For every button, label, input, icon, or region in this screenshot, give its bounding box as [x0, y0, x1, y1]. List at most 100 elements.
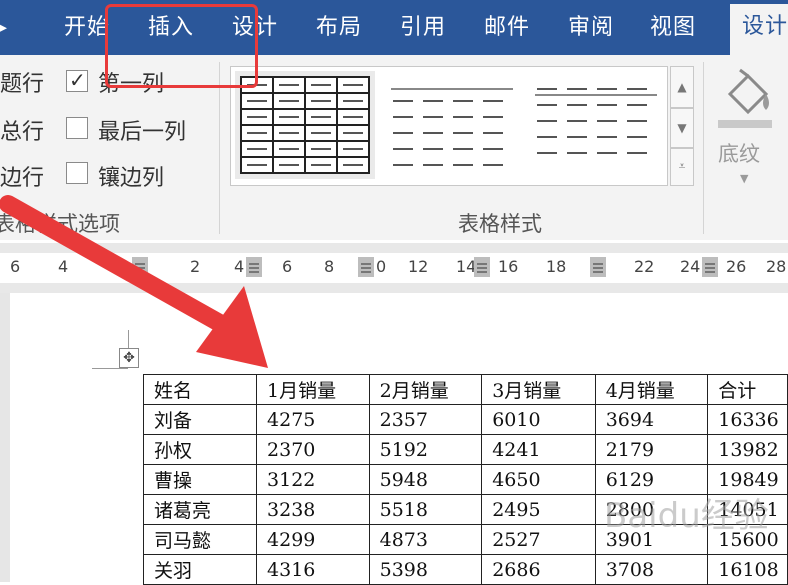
highlight-box-annotation: [105, 4, 258, 88]
table-cell[interactable]: 2527: [481, 524, 596, 555]
table-cell[interactable]: 2686: [481, 554, 596, 585]
tab-overflow-arrow[interactable]: ▸: [0, 0, 8, 55]
column-marker-handle[interactable]: [702, 257, 718, 277]
table-cell[interactable]: 3122: [256, 464, 370, 495]
table-cell[interactable]: 关羽: [142, 554, 258, 585]
ruler-tick: 6: [282, 257, 293, 276]
ruler-tick: 16: [498, 257, 519, 276]
watermark-logo: Baidu经验: [604, 496, 769, 536]
table-row: 刘备 4275 2357 6010 3694 16336: [142, 404, 788, 435]
table-cell[interactable]: 16336: [707, 404, 788, 435]
option-banded-rows-label[interactable]: 边行: [0, 160, 44, 192]
table-cell[interactable]: 3238: [256, 494, 370, 525]
table-cell[interactable]: 3708: [594, 554, 709, 585]
table-cell[interactable]: 诸葛亮: [142, 494, 258, 525]
table-cell[interactable]: 2370: [256, 434, 370, 465]
ruler-tick: 6: [10, 257, 21, 276]
table-header-row: 姓名 1月销量 2月销量 3月销量 4月销量 合计: [142, 374, 788, 405]
table-move-handle[interactable]: ✥: [119, 348, 139, 368]
table-cell[interactable]: 2357: [368, 404, 483, 435]
table-cell[interactable]: 4241: [481, 434, 596, 465]
option-last-column-label[interactable]: 最后一列: [98, 114, 186, 146]
ruler-tick: 28: [766, 257, 787, 276]
table-header-cell[interactable]: 3月销量: [481, 374, 596, 405]
table-cell[interactable]: 4275: [256, 404, 370, 435]
gallery-scroll-down-button[interactable]: ▼: [670, 108, 694, 148]
margin-guide: [92, 368, 128, 369]
ruler-tick: 4: [234, 257, 245, 276]
ruler-tick: 8: [324, 257, 335, 276]
option-header-row-label[interactable]: 题行: [0, 66, 44, 98]
table-header-cell[interactable]: 1月销量: [256, 374, 370, 405]
table-cell[interactable]: 16108: [707, 554, 788, 585]
table-header-cell[interactable]: 2月销量: [368, 374, 483, 405]
first-column-checkbox[interactable]: ✓: [66, 68, 88, 92]
table-cell[interactable]: 刘备: [142, 404, 258, 435]
tab-home[interactable]: 开始: [64, 0, 110, 55]
ruler-tick: 22: [634, 257, 655, 276]
table-cell[interactable]: 5948: [368, 464, 483, 495]
table-header-cell[interactable]: 合计: [707, 374, 788, 405]
paint-bucket-icon: [718, 68, 772, 128]
table-cell[interactable]: 6010: [481, 404, 596, 435]
table-style-grid-thumbnail[interactable]: [235, 71, 375, 179]
chevron-down-icon: ▼: [740, 172, 749, 185]
chevron-down-icon: ▼: [677, 121, 687, 135]
table-cell[interactable]: 曹操: [142, 464, 258, 495]
horizontal-ruler[interactable]: 6 4 2 4 6 8 0 12 14 16 18 22 24 26 28: [0, 243, 788, 293]
group-label-table-styles: 表格样式: [458, 212, 542, 236]
option-total-row-label[interactable]: 总行: [0, 114, 44, 146]
checkmark-icon: ✓: [69, 68, 86, 92]
option-banded-columns-label[interactable]: 镶边列: [98, 160, 164, 192]
ruler-tick: 4: [58, 257, 69, 276]
group-label-style-options: 表格样式选项: [0, 212, 120, 236]
gallery-more-button[interactable]: ⩡: [670, 148, 694, 186]
column-marker-handle[interactable]: [590, 257, 606, 277]
table-cell[interactable]: 4873: [368, 524, 483, 555]
table-cell[interactable]: 2179: [594, 434, 709, 465]
table-cell[interactable]: 4650: [481, 464, 596, 495]
ruler-tick: 18: [546, 257, 567, 276]
column-marker-handle[interactable]: [132, 257, 148, 277]
ruler-track: [0, 253, 788, 283]
table-cell[interactable]: 4299: [256, 524, 370, 555]
column-marker-handle[interactable]: [358, 257, 374, 277]
column-marker-handle[interactable]: [474, 257, 490, 277]
ruler-tick: 26: [726, 257, 747, 276]
tab-layout[interactable]: 布局: [316, 0, 362, 55]
shading-label: 底纹: [718, 142, 760, 166]
group-separator: [703, 62, 704, 234]
column-marker-handle[interactable]: [246, 257, 262, 277]
chevron-up-icon: ▲: [677, 80, 687, 94]
table-cell[interactable]: 5398: [368, 554, 483, 585]
ruler-tick: 0: [376, 257, 387, 276]
tab-review[interactable]: 审阅: [568, 0, 614, 55]
table-cell[interactable]: 13982: [707, 434, 788, 465]
table-style-light-thumbnail[interactable]: [531, 81, 661, 171]
table-row: 孙权 2370 5192 4241 2179 13982: [142, 434, 788, 465]
tab-table-design[interactable]: 设计: [730, 4, 788, 55]
table-cell[interactable]: 5192: [368, 434, 483, 465]
table-row: 关羽 4316 5398 2686 3708 16108: [142, 554, 788, 585]
table-cell[interactable]: 2495: [481, 494, 596, 525]
last-column-checkbox[interactable]: [66, 117, 88, 139]
ruler-tick: 24: [680, 257, 701, 276]
banded-columns-checkbox[interactable]: [66, 162, 88, 184]
ruler-tick: 2: [190, 257, 201, 276]
table-cell[interactable]: 4316: [256, 554, 370, 585]
shading-button[interactable]: 底纹 ▼: [710, 60, 784, 190]
tab-view[interactable]: 视图: [650, 0, 696, 55]
table-cell[interactable]: 5518: [368, 494, 483, 525]
table-header-cell[interactable]: 4月销量: [594, 374, 709, 405]
table-header-cell[interactable]: 姓名: [142, 374, 258, 405]
sales-table[interactable]: 姓名 1月销量 2月销量 3月销量 4月销量 合计 刘备 4275 2357 6010 3694 16…: [142, 374, 788, 585]
tab-mailings[interactable]: 邮件: [484, 0, 530, 55]
tab-references[interactable]: 引用: [400, 0, 446, 55]
table-styles-gallery: [230, 66, 668, 186]
table-cell[interactable]: 3694: [594, 404, 709, 435]
table-style-plain-thumbnail[interactable]: [387, 81, 517, 171]
table-cell[interactable]: 司马懿: [142, 524, 258, 555]
gallery-scroll-up-button[interactable]: ▲: [670, 66, 694, 108]
more-dropdown-icon: ⩡: [678, 159, 686, 173]
table-cell[interactable]: 孙权: [142, 434, 258, 465]
